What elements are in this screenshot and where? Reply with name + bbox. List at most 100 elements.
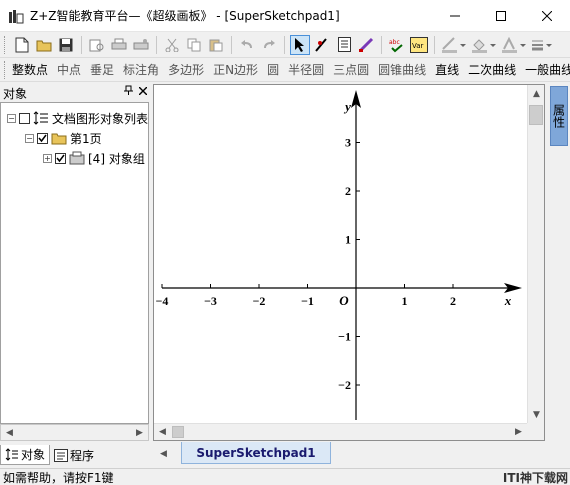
redo-button[interactable] <box>259 35 279 55</box>
undo-button[interactable] <box>237 35 257 55</box>
new-button[interactable] <box>12 35 32 55</box>
paste-button[interactable] <box>206 35 226 55</box>
line-color-button[interactable] <box>440 35 468 55</box>
tree-item-root[interactable]: − 文档图形对象列表 <box>7 109 148 127</box>
checkmark-icon <box>38 134 47 142</box>
x-tick-label: −4 <box>156 294 169 308</box>
scroll-down-icon[interactable]: ▼ <box>528 407 545 422</box>
save-button[interactable] <box>56 35 76 55</box>
construction-tool-10[interactable]: 直线 <box>431 61 464 78</box>
scroll-right-icon[interactable]: ▶ <box>510 424 527 439</box>
status-bar: 如需帮助，请按F1键 ITI神下载网 <box>0 468 570 485</box>
expand-icon[interactable]: + <box>43 153 52 163</box>
toolbar-separator <box>156 35 157 54</box>
minimize-icon <box>450 15 460 17</box>
copy-icon <box>187 38 201 51</box>
construction-tool-7[interactable]: 半径圆 <box>284 61 329 78</box>
app-icon <box>9 9 24 23</box>
tree-item-label: 文档图形对象列表 <box>52 111 149 126</box>
pane-close-button[interactable] <box>138 85 148 98</box>
tab-supersketchpad1[interactable]: SuperSketchpad1 <box>181 442 331 464</box>
tab-properties[interactable]: 属性 <box>550 86 568 146</box>
checkbox-checked[interactable] <box>55 152 66 164</box>
cut-button[interactable] <box>162 35 182 55</box>
style-button[interactable] <box>530 35 554 55</box>
fill-color-icon <box>472 38 496 53</box>
tree-horizontal-scrollbar[interactable]: ◀ ▶ <box>0 424 149 441</box>
checkbox[interactable] <box>19 112 30 124</box>
text-doc-button[interactable] <box>334 35 354 55</box>
tree-item-group[interactable]: + [4] 对象组 <box>43 149 145 167</box>
close-button[interactable] <box>524 0 570 32</box>
tab-scroll-left-icon[interactable]: ◀ <box>155 446 172 461</box>
abc-check-button[interactable]: abc <box>387 35 407 55</box>
folder-icon <box>51 133 67 144</box>
svg-text:abc: abc <box>389 39 400 46</box>
pin-button[interactable] <box>124 85 133 98</box>
canvas-vertical-scrollbar[interactable]: ▲ ▼ <box>527 85 544 423</box>
coordinate-axes[interactable]: −4 −3 −2 −1 1 2 3 2 1 −1 −2 O x y <box>154 85 527 423</box>
collapse-icon[interactable]: − <box>25 133 34 143</box>
maximize-button[interactable] <box>478 0 524 32</box>
brush-icon <box>359 37 374 52</box>
sort-list-icon <box>5 448 18 461</box>
origin-label: O <box>339 293 349 308</box>
construction-tool-4[interactable]: 多边形 <box>164 61 209 78</box>
construction-tool-3[interactable]: 标注角 <box>119 61 164 78</box>
minimize-button[interactable] <box>432 0 478 32</box>
open-button[interactable] <box>34 35 54 55</box>
window-title: Z+Z智能教育平台—《超级画板》 - [SuperSketchpad1] <box>30 9 340 23</box>
object-pane-tabs: 对象 程序 <box>0 444 149 466</box>
y-axis-label: y <box>343 99 351 114</box>
svg-text:Var: Var <box>412 42 424 50</box>
scroll-right-icon[interactable]: ▶ <box>131 425 148 440</box>
construction-tool-2[interactable]: 垂足 <box>86 61 119 78</box>
toolbar-grip[interactable] <box>4 35 7 54</box>
construction-tool-9[interactable]: 圆锥曲线 <box>374 61 431 78</box>
scroll-up-icon[interactable]: ▲ <box>528 86 545 101</box>
text-color-button[interactable] <box>500 35 528 55</box>
select-arrow-button[interactable] <box>290 34 310 55</box>
fill-color-button[interactable] <box>470 35 498 55</box>
scroll-left-icon[interactable]: ◀ <box>154 424 171 439</box>
construction-tool-11[interactable]: 二次曲线 <box>464 61 521 78</box>
tab-program[interactable]: 程序 <box>50 445 98 465</box>
pen-tool-button[interactable] <box>312 35 332 55</box>
print-preview-button[interactable] <box>87 35 107 55</box>
scrollbar-thumb[interactable] <box>172 426 184 438</box>
scrollbar-thumb[interactable] <box>529 105 543 125</box>
tab-program-label: 程序 <box>70 448 95 463</box>
construction-tool-0[interactable]: 整数点 <box>8 61 53 78</box>
drawing-canvas[interactable]: −4 −3 −2 −1 1 2 3 2 1 −1 −2 Ox y <box>154 85 527 423</box>
toolbar-separator <box>381 35 382 54</box>
canvas-horizontal-scrollbar[interactable]: ◀ ▶ <box>154 423 527 440</box>
construction-tool-12[interactable]: 一般曲线 <box>521 61 570 78</box>
document-window: −4 −3 −2 −1 1 2 3 2 1 −1 −2 Ox y ▲ ▼ ◀ ▶ <box>153 84 545 441</box>
main-toolbar: abc Var <box>0 32 570 58</box>
x-tick-label: 1 <box>402 294 408 308</box>
construction-tool-6[interactable]: 圆 <box>263 61 284 78</box>
paste-icon <box>209 39 223 51</box>
brush-button[interactable] <box>356 35 376 55</box>
collapse-icon[interactable]: − <box>7 113 16 123</box>
construction-tool-5[interactable]: 正N边形 <box>209 61 263 78</box>
toolbar-separator <box>284 35 285 54</box>
print-button[interactable] <box>109 35 129 55</box>
tab-objects[interactable]: 对象 <box>0 445 51 465</box>
var-button[interactable]: Var <box>409 35 429 55</box>
y-tick-label: −1 <box>338 330 351 344</box>
settings-button[interactable] <box>131 35 151 55</box>
construction-tool-8[interactable]: 三点圆 <box>329 61 374 78</box>
pen-tool-icon <box>315 37 327 52</box>
object-tree[interactable]: − 文档图形对象列表 − 第1页 + [4] 对象组 <box>0 102 149 424</box>
construction-tool-1[interactable]: 中点 <box>53 61 86 78</box>
scroll-left-icon[interactable]: ◀ <box>1 425 18 440</box>
checkbox-checked[interactable] <box>37 132 48 144</box>
copy-button[interactable] <box>184 35 204 55</box>
line-color-icon <box>442 36 466 53</box>
tab-objects-label: 对象 <box>21 448 46 462</box>
toolbar-grip[interactable] <box>4 60 5 79</box>
tree-item-page[interactable]: − 第1页 <box>25 129 102 147</box>
doc-tab-label: SuperSketchpad1 <box>196 445 316 460</box>
tree-item-label: [4] 对象组 <box>88 151 145 166</box>
